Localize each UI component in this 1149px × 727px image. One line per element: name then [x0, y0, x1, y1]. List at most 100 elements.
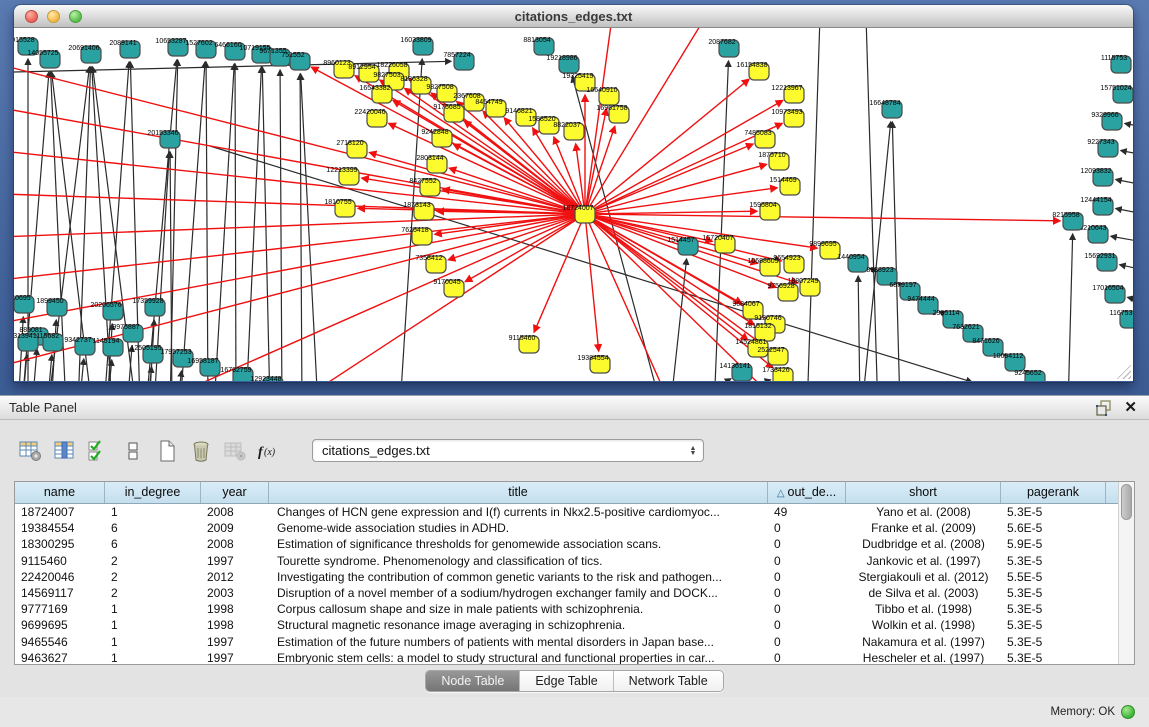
table-cell: 9463627	[15, 650, 105, 665]
select-all-icon[interactable]	[86, 439, 112, 463]
graph-node-label: 8471626	[972, 338, 999, 345]
graph-node-label: 1514457	[667, 237, 694, 244]
table-cell: 1	[105, 601, 201, 617]
table-cell: 1	[105, 617, 201, 633]
graph-edge	[177, 371, 182, 381]
graph-edge	[1125, 123, 1133, 128]
table-cell: 5.3E-5	[1001, 553, 1106, 569]
graph-node-label: 2522547	[757, 347, 784, 354]
graph-node-label: 10973493	[771, 109, 802, 116]
graph-edge	[47, 355, 52, 381]
minimize-window-button[interactable]	[47, 10, 60, 23]
graph-node-label: 9474444	[907, 296, 934, 303]
tab-edge-table[interactable]: Edge Table	[520, 671, 613, 691]
tab-node-table[interactable]: Node Table	[426, 671, 520, 691]
column-header-out-de-[interactable]: △out_de...	[768, 482, 846, 503]
table-cell: Yano et al. (2008)	[846, 504, 1001, 520]
graph-node-label: 9684067	[732, 301, 759, 308]
float-window-icon[interactable]	[1096, 400, 1112, 416]
column-header-name[interactable]: name	[15, 482, 105, 503]
table-cell: 5.9E-5	[1001, 536, 1106, 552]
table-settings-icon[interactable]	[18, 439, 44, 463]
close-window-button[interactable]	[25, 10, 38, 23]
table-row[interactable]: 2242004622012Investigating the contribut…	[15, 569, 1119, 585]
graph-node-label: 9120746	[754, 315, 781, 322]
column-header-title[interactable]: title	[269, 482, 768, 503]
status-bar: Memory: OK	[0, 697, 1149, 727]
graph-node-label: 16154838	[736, 62, 767, 69]
table-row[interactable]: 946362711997Embryonic stem cells: a mode…	[15, 650, 1119, 665]
table-cell: 14569117	[15, 585, 105, 601]
graph-edge	[32, 349, 37, 381]
graph-node-label: 1875710	[758, 152, 785, 159]
table-cell: 1	[105, 504, 201, 520]
delete-icon[interactable]	[188, 439, 214, 463]
graph-edge	[807, 28, 820, 381]
graph-node-label: 7485083	[744, 130, 771, 137]
network-window-titlebar[interactable]: citations_edges.txt	[14, 5, 1133, 28]
table-cell: 5.3E-5	[1001, 601, 1106, 617]
table-cell: Franke et al. (2009)	[846, 520, 1001, 536]
table-selector-dropdown[interactable]: citations_edges.txt ▲▼	[312, 439, 704, 462]
column-header-year[interactable]: year	[201, 482, 269, 503]
table-cell: 1998	[201, 601, 269, 617]
column-header-pagerank[interactable]: pagerank	[1001, 482, 1106, 503]
table-scrollbar-thumb[interactable]	[1121, 484, 1132, 520]
tab-network-table[interactable]: Network Table	[614, 671, 723, 691]
table-row[interactable]: 911546021997Tourette syndrome. Phenomeno…	[15, 553, 1119, 569]
graph-edge	[235, 64, 236, 381]
table-cell: 1998	[201, 617, 269, 633]
table-row[interactable]: 1872400712008Changes of HCN gene express…	[15, 504, 1119, 520]
graph-node-label: 17016504	[1092, 285, 1123, 292]
graph-node-label: 20206576	[90, 302, 121, 309]
table-row[interactable]: 969969511998Structural magnetic resonanc…	[15, 617, 1119, 633]
table-cell: 2008	[201, 504, 269, 520]
graph-node-label: 8912954	[348, 64, 375, 71]
table-cell: Wolkin et al. (1998)	[846, 617, 1001, 633]
table-cell: 9777169	[15, 601, 105, 617]
table-row[interactable]: 1830029562008Estimation of significance …	[15, 536, 1119, 552]
graph-node-label: 1527602	[185, 40, 212, 47]
table-cell: Genome-wide association studies in ADHD.	[269, 520, 768, 536]
graph-node-label: 15692931	[1084, 253, 1115, 260]
graph-node-label: 9827503	[373, 72, 400, 79]
graph-node-label: 1915528	[14, 37, 35, 44]
new-document-icon[interactable]	[154, 439, 180, 463]
graph-edge	[585, 214, 599, 351]
graph-node-label: 7632621	[952, 324, 979, 331]
table-cell: 1	[105, 634, 201, 650]
network-window-title: citations_edges.txt	[515, 9, 633, 24]
table-cell: 0	[768, 536, 846, 552]
rows-icon[interactable]	[120, 439, 146, 463]
table-cell: 6	[105, 536, 201, 552]
function-builder-icon[interactable]: f (x)	[256, 439, 282, 463]
table-row[interactable]: 946554611997Estimation of the future num…	[15, 634, 1119, 650]
column-settings-icon[interactable]	[52, 439, 78, 463]
zoom-window-button[interactable]	[69, 10, 82, 23]
graph-node-label: 12213967	[771, 85, 802, 92]
memory-status-icon[interactable]	[1121, 705, 1135, 719]
network-canvas[interactable]: 1872400719155281405572520691406208914110…	[14, 28, 1133, 381]
graph-node-label: 15751024	[1100, 85, 1131, 92]
table-cell: 2	[105, 569, 201, 585]
table-row[interactable]: 1938455462009Genome-wide association stu…	[15, 520, 1119, 536]
table-scrollbar[interactable]	[1118, 482, 1134, 664]
graph-node-label: 6466160	[214, 42, 241, 49]
graph-node-label: 19325419	[562, 73, 593, 80]
table-cell: 22420046	[15, 569, 105, 585]
graph-edge	[1116, 179, 1133, 186]
delete-table-icon-disabled[interactable]	[222, 439, 248, 463]
table-cell: Estimation of the future numbers of pati…	[269, 634, 768, 650]
graph-edge	[14, 214, 585, 373]
close-panel-icon[interactable]: ✕	[1124, 399, 1137, 417]
table-selector-value: citations_edges.txt	[313, 443, 687, 458]
column-header-in-degree[interactable]: in_degree	[105, 482, 201, 503]
graph-node-label: 16958187	[187, 358, 218, 365]
graph-node-label: 1733426	[762, 367, 789, 374]
graph-edge	[714, 61, 728, 381]
table-row[interactable]: 977716911998Corpus callosum shape and si…	[15, 601, 1119, 617]
column-header-short[interactable]: short	[846, 482, 1001, 503]
table-row[interactable]: 1456911722003Disruption of a novel membe…	[15, 585, 1119, 601]
graph-node-label: 14055725	[27, 50, 58, 57]
graph-node-label: 9170045	[433, 279, 460, 286]
